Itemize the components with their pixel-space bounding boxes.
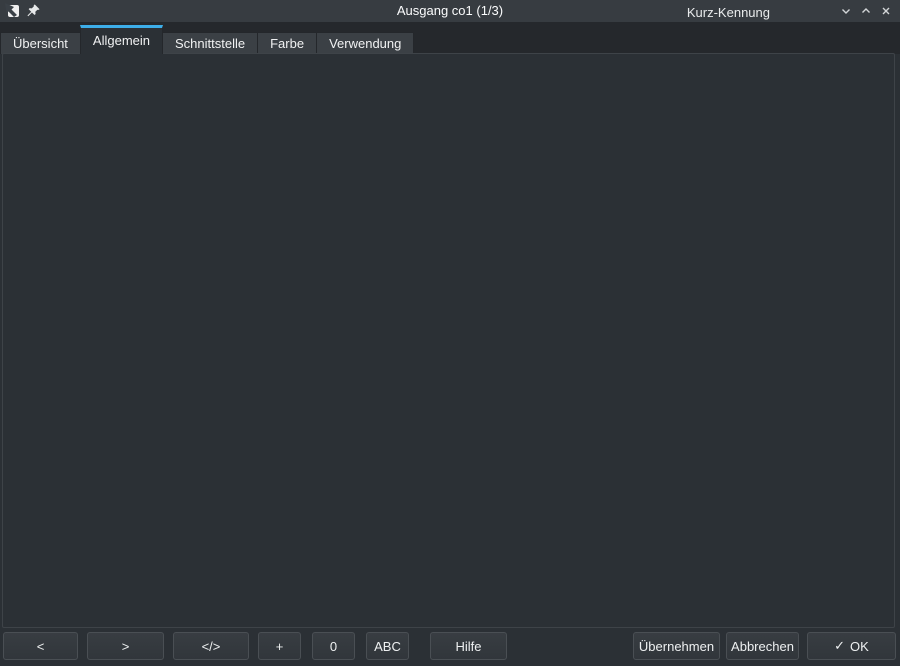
zero-button[interactable]: 0	[312, 632, 355, 660]
tab-allgemein[interactable]: Allgemein	[80, 25, 163, 54]
chevron-up-icon	[860, 5, 872, 17]
next-button[interactable]: >	[87, 632, 164, 660]
hilfe-button[interactable]: Hilfe	[430, 632, 507, 660]
kurz-kennung-label: Kurz-Kennung	[684, 0, 770, 25]
tab-uebersicht[interactable]: Übersicht	[0, 32, 81, 54]
abbrechen-button[interactable]: Abbrechen	[726, 632, 799, 660]
ok-button[interactable]: ✓ OK	[807, 632, 896, 660]
ok-label: OK	[850, 639, 869, 654]
abc-button[interactable]: ABC	[366, 632, 409, 660]
code-button[interactable]: </>	[173, 632, 249, 660]
add-button[interactable]: +	[258, 632, 301, 660]
check-icon: ✓	[834, 638, 845, 654]
chevron-down-icon	[840, 5, 852, 17]
tab-page-frame	[2, 53, 895, 628]
prev-button[interactable]: <	[3, 632, 78, 660]
tab-schnittstelle[interactable]: Schnittstelle	[162, 32, 258, 54]
close-button[interactable]	[876, 0, 896, 22]
maximize-button[interactable]	[856, 0, 876, 22]
dialog-window: Ausgang co1 (1/3) Übersicht Allgemein S	[0, 0, 900, 666]
minimize-button[interactable]	[836, 0, 856, 22]
close-icon	[880, 5, 892, 17]
tab-verwendung[interactable]: Verwendung	[316, 32, 414, 54]
tab-bar: Übersicht Allgemein Schnittstelle Farbe …	[0, 22, 900, 54]
tab-farbe[interactable]: Farbe	[257, 32, 317, 54]
uebernehmen-button[interactable]: Übernehmen	[633, 632, 720, 660]
